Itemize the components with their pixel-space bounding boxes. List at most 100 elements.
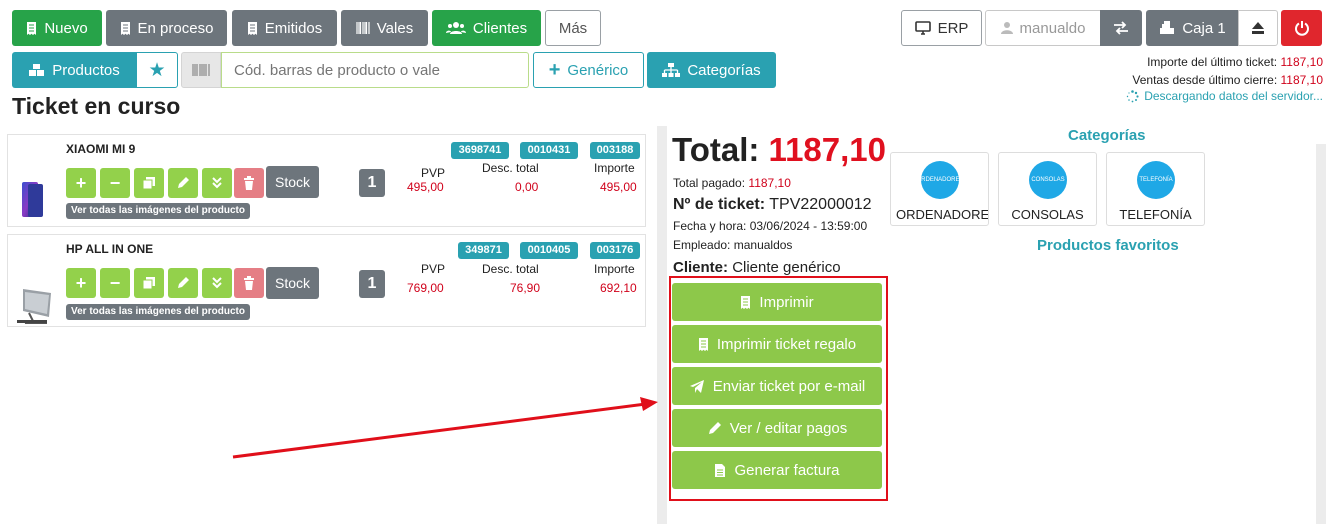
delete-line-button[interactable] [234, 268, 264, 298]
caja-button[interactable]: Caja 1 [1146, 10, 1239, 46]
sitemap-icon [662, 62, 681, 78]
barcode-search-input[interactable] [221, 52, 529, 88]
barcode-icon [356, 21, 370, 35]
editar-pagos-label: Ver / editar pagos [729, 419, 848, 437]
quantity[interactable]: 1 [359, 270, 385, 298]
code-badge: 0010431 [520, 142, 578, 159]
sales-info: Ventas desde último cierre: 1187,10 [1132, 70, 1323, 90]
expand-line-button[interactable] [202, 268, 232, 298]
user-field[interactable]: manualdo [985, 10, 1101, 46]
switch-user-button[interactable] [1100, 10, 1142, 46]
receipt-icon [740, 295, 751, 310]
category-image: ORDENADORES [921, 161, 959, 199]
receipt-icon [26, 21, 37, 36]
cash-register-icon [1159, 21, 1175, 35]
category-label: ORDENADORES [896, 207, 988, 222]
ticket-line-item: HP ALL IN ONE 349871 0010405 003176 + − … [7, 234, 646, 327]
client-label: Cliente: [673, 259, 729, 276]
user-icon [1000, 21, 1013, 35]
favorites-button[interactable]: ★ [136, 52, 178, 88]
increase-qty-button[interactable]: + [66, 168, 96, 198]
ticket-no-value: TPV22000012 [769, 196, 872, 213]
expand-line-button[interactable] [202, 168, 232, 198]
plus-icon: + [548, 58, 561, 81]
productos-button[interactable]: Productos [12, 52, 136, 88]
stock-button[interactable]: Stock [266, 267, 319, 299]
clientes-button[interactable]: Clientes [432, 10, 541, 46]
enviar-email-button[interactable]: Enviar ticket por e-mail [672, 367, 882, 405]
view-images-link[interactable]: Ver todas las imágenes del producto [66, 203, 250, 219]
imprimir-regalo-button[interactable]: Imprimir ticket regalo [672, 325, 882, 363]
nuevo-button[interactable]: Nuevo [12, 10, 102, 46]
desc-value: 0,00 [515, 180, 539, 194]
duplicate-line-button[interactable] [134, 168, 164, 198]
code-badge: 349871 [458, 242, 509, 259]
power-button[interactable] [1281, 10, 1322, 46]
boxes-icon [28, 63, 45, 77]
importe-header: Importe [594, 161, 635, 175]
ticket-no-label: Nº de ticket: [673, 196, 766, 213]
category-tile-consolas[interactable]: CONSOLAS CONSOLAS [998, 152, 1097, 226]
scroll-track[interactable] [1316, 144, 1326, 524]
receipt-icon [120, 21, 131, 36]
category-label: TELEFONÍA [1119, 207, 1192, 222]
edit-line-button[interactable] [168, 268, 198, 298]
imprimir-button[interactable]: Imprimir [672, 283, 882, 321]
power-icon [1294, 20, 1310, 36]
category-tile-telefonia[interactable]: TELEFONÍA TELEFONÍA [1106, 152, 1205, 226]
barcode-addon [181, 52, 221, 88]
pvp-value: 495,00 [407, 180, 444, 194]
category-tile-ordenadores[interactable]: ORDENADORES ORDENADORES [890, 152, 989, 226]
plus-icon: + [75, 272, 87, 293]
ticket-total: Total: 1187,10 [672, 131, 886, 169]
copy-icon [142, 176, 156, 190]
view-images-link[interactable]: Ver todas las imágenes del producto [66, 304, 250, 320]
star-icon: ★ [148, 59, 166, 81]
categories-title: Categorías [1068, 127, 1146, 144]
quantity[interactable]: 1 [359, 169, 385, 197]
paid-value: 1187,10 [748, 176, 791, 190]
product-image[interactable] [19, 181, 45, 219]
erp-button[interactable]: ERP [901, 10, 982, 46]
minus-icon: − [109, 172, 121, 193]
ticket-employee: Empleado: manualdos [673, 238, 792, 252]
paid-label: Total pagado: [673, 176, 746, 190]
en-proceso-button[interactable]: En proceso [106, 10, 227, 46]
pvp-header: PVP [421, 166, 446, 180]
product-image[interactable] [13, 287, 55, 325]
en-proceso-label: En proceso [137, 19, 214, 37]
increase-qty-button[interactable]: + [66, 268, 96, 298]
eject-button[interactable] [1238, 10, 1278, 46]
imprimir-label: Imprimir [759, 293, 814, 311]
decrease-qty-button[interactable]: − [100, 268, 130, 298]
delete-line-button[interactable] [234, 168, 264, 198]
sync-status: Descargando datos del servidor... [1126, 89, 1323, 103]
stock-button[interactable]: Stock [266, 166, 319, 198]
emitidos-label: Emitidos [264, 19, 323, 37]
imprimir-regalo-label: Imprimir ticket regalo [716, 335, 857, 353]
emitidos-button[interactable]: Emitidos [232, 10, 337, 46]
code-badge: 0010405 [520, 242, 578, 259]
total-label: Total: [672, 131, 760, 168]
ticket-line-item: XIAOMI MI 9 3698741 0010431 003188 + − S… [7, 134, 646, 227]
categorias-button[interactable]: Categorías [647, 52, 776, 88]
spinner-icon [1126, 89, 1139, 103]
pencil-icon [707, 421, 722, 436]
mas-button[interactable]: Más [545, 10, 601, 46]
pvp-value: 769,00 [407, 281, 444, 295]
generar-factura-button[interactable]: Generar factura [672, 451, 882, 489]
eject-icon [1251, 21, 1265, 35]
vales-button[interactable]: Vales [341, 10, 428, 46]
edit-line-button[interactable] [168, 168, 198, 198]
editar-pagos-button[interactable]: Ver / editar pagos [672, 409, 882, 447]
product-name: XIAOMI MI 9 [66, 142, 136, 156]
barcode-icon [192, 63, 210, 77]
duplicate-line-button[interactable] [134, 268, 164, 298]
decrease-qty-button[interactable]: − [100, 168, 130, 198]
total-value: 1187,10 [768, 131, 887, 168]
ticket-client[interactable]: Cliente: Cliente genérico [673, 259, 841, 276]
employee-value: manualdos [733, 238, 793, 252]
generico-button[interactable]: + Genérico [533, 52, 644, 88]
monitor-icon [914, 21, 931, 35]
last-ticket-info: Importe del último ticket: 1187,10 [1147, 52, 1323, 72]
